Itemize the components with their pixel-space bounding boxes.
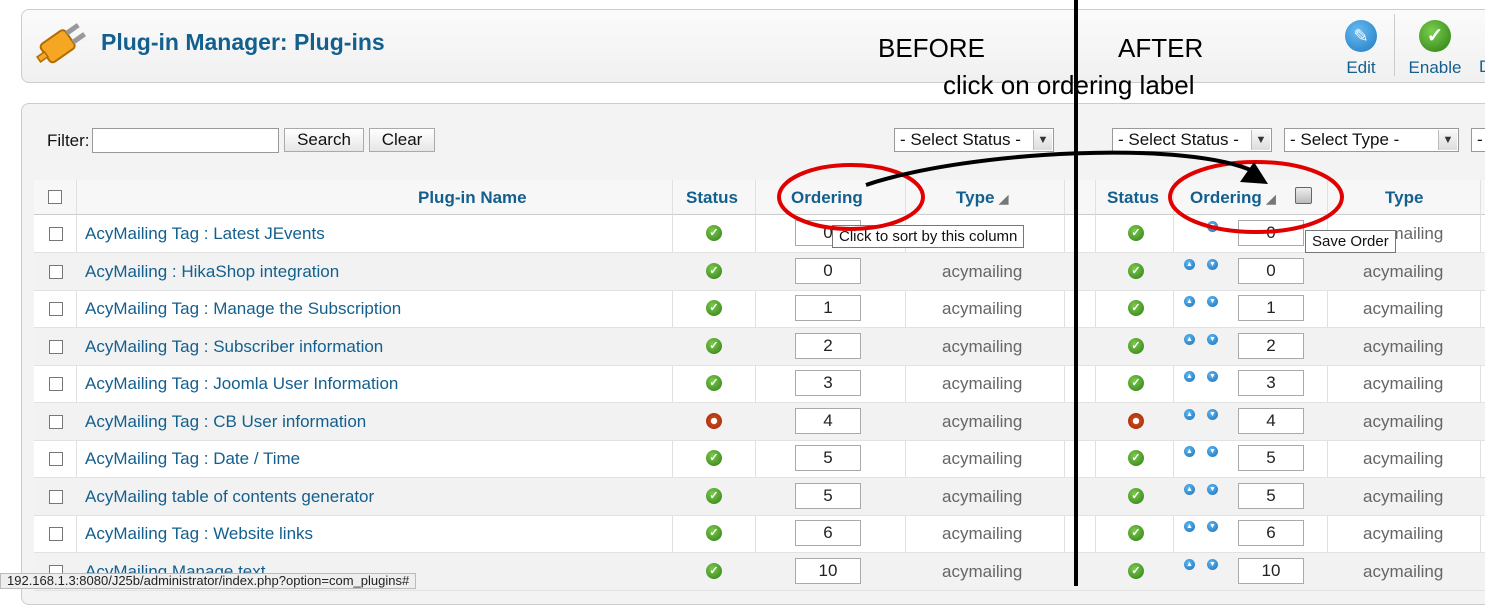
annotation-overlay <box>777 150 1344 234</box>
arrow-path <box>865 150 1256 187</box>
browser-status-bar: 192.168.1.3:8080/J25b/administrator/inde… <box>0 573 417 589</box>
arrow-head <box>1240 162 1268 184</box>
